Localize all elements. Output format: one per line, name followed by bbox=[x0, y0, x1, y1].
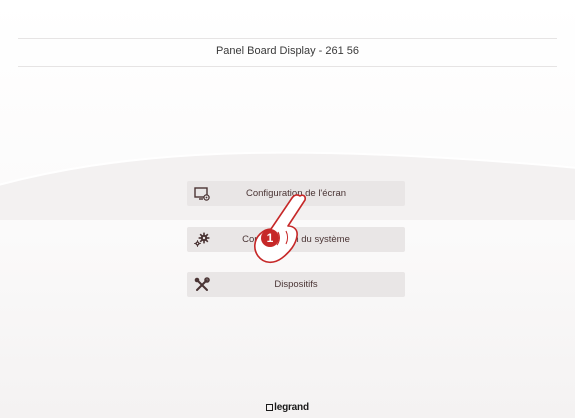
screen: Panel Board Display - 261 56 Configurati… bbox=[0, 0, 575, 418]
gears-icon bbox=[191, 227, 213, 252]
header-divider-top bbox=[18, 38, 557, 39]
page-title: Panel Board Display - 261 56 bbox=[215, 45, 360, 57]
devices-label: Dispositifs bbox=[274, 279, 318, 290]
screen-settings-icon bbox=[191, 181, 213, 206]
tools-icon bbox=[191, 272, 213, 297]
legrand-logo: legrand bbox=[0, 402, 575, 413]
step-number-badge: 1 bbox=[267, 231, 274, 245]
logo-square-icon bbox=[266, 404, 274, 411]
header-divider-bottom bbox=[18, 66, 557, 67]
pointing-hand-icon: 1 bbox=[254, 194, 306, 264]
logo-text: legrand bbox=[274, 402, 309, 413]
